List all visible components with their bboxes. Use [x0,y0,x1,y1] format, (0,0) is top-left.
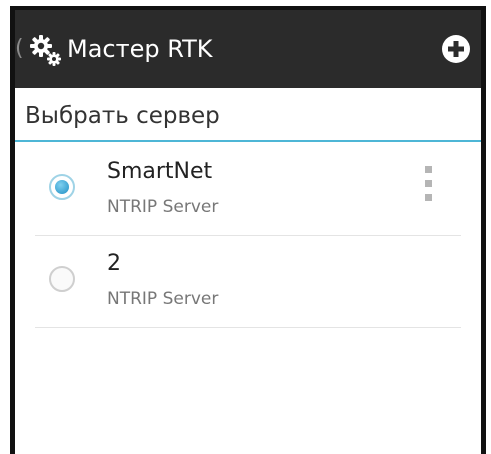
gears-icon[interactable] [27,32,63,68]
add-circle-icon[interactable] [441,34,471,64]
server-name: SmartNet [107,159,213,184]
divider [35,327,461,328]
server-type: NTRIP Server [107,289,219,309]
radio-button-checked[interactable] [49,174,75,200]
server-row-smartnet[interactable]: SmartNet NTRIP Server [15,144,481,236]
app-screen: ( Мастер RTK Выбрать сервер SmartNet NTR… [10,6,486,454]
radio-dot [55,180,69,194]
select-server-label: Выбрать сервер [25,103,220,129]
server-row-2[interactable]: 2 NTRIP Server [15,236,481,328]
radio-button-unchecked[interactable] [49,266,75,292]
up-navigation-caret[interactable]: ( [15,36,24,62]
server-type: NTRIP Server [107,197,219,217]
page-title: Мастер RTK [67,35,213,63]
server-list: SmartNet NTRIP Server 2 NTRIP Server [15,144,481,328]
select-server-header: Выбрать сервер [15,88,481,142]
overflow-menu-icon[interactable] [419,164,439,204]
server-name: 2 [107,251,121,276]
action-bar: ( Мастер RTK [15,10,481,88]
